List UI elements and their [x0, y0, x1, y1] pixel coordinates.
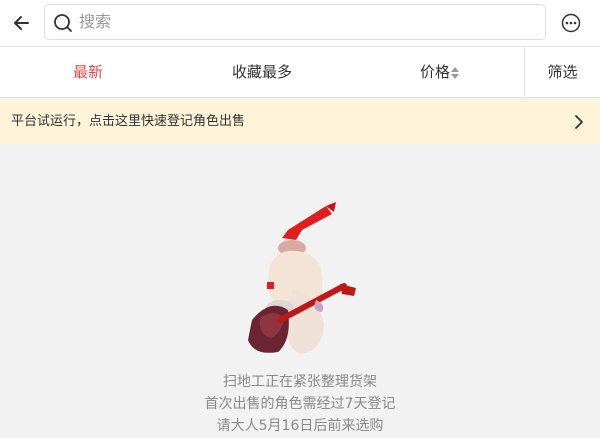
empty-line-2: 首次出售的角色需经过7天登记	[204, 396, 396, 412]
sort-up-down-icon[interactable]	[450, 66, 460, 80]
register-notice-bar[interactable]: 平台试运行，点击这里快速登记角色出售	[0, 100, 600, 144]
top-bar: 搜索	[0, 0, 600, 47]
search-placeholder: 搜索	[79, 12, 112, 31]
chevron-right-icon	[575, 115, 583, 129]
search-icon	[54, 14, 72, 32]
arrow-left-icon	[14, 16, 29, 30]
character-with-staff-illustration	[248, 202, 356, 354]
tab-most-favorited[interactable]: 收藏最多	[222, 47, 302, 97]
search-input[interactable]: 搜索	[44, 4, 546, 40]
empty-state-message: 扫地工正在紧张整理货架 首次出售的角色需经过7天登记 请大人5月16日后前来选购	[0, 371, 600, 437]
back-button[interactable]	[10, 11, 34, 35]
filter-button[interactable]: 筛选	[525, 47, 600, 97]
notice-text: 平台试运行，点击这里快速登记角色出售	[11, 114, 246, 129]
more-options-icon[interactable]	[561, 13, 581, 33]
sort-tabs: 最新 收藏最多 价格 筛选	[0, 47, 600, 98]
empty-line-3: 请大人5月16日后前来选购	[216, 418, 384, 434]
tab-latest[interactable]: 最新	[58, 47, 118, 97]
empty-line-1: 扫地工正在紧张整理货架	[223, 374, 377, 390]
